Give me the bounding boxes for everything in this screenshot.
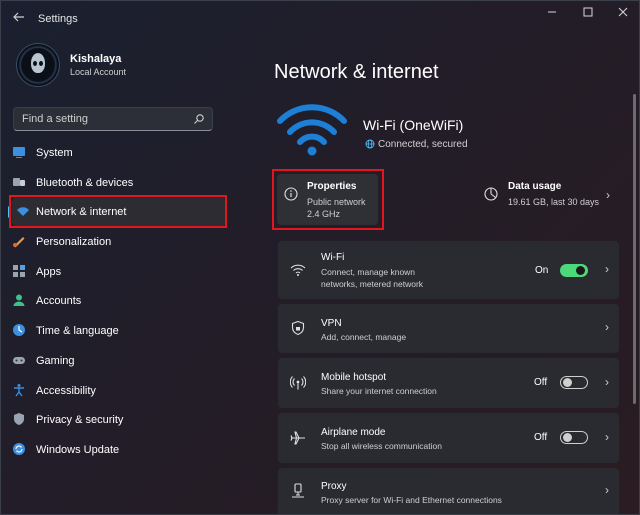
gaming-icon: [13, 356, 25, 364]
avatar[interactable]: [16, 43, 60, 87]
highlight-box-network: [9, 195, 227, 228]
sidebar-item-apps[interactable]: Apps: [8, 257, 230, 287]
sidebar-item-label: Bluetooth & devices: [36, 176, 134, 189]
time-language-icon: [13, 324, 25, 337]
sidebar-item-system[interactable]: System: [8, 138, 230, 168]
bluetooth-icon: [13, 177, 25, 186]
sidebar-item-windows-update[interactable]: Windows Update: [8, 435, 230, 465]
row-title: VPN: [321, 318, 342, 329]
settings-row-airplane-mode[interactable]: Airplane mode Stop all wireless communic…: [278, 413, 619, 463]
minimize-icon[interactable]: [540, 6, 564, 20]
sidebar-item-gaming[interactable]: Gaming: [8, 346, 230, 376]
row-subtitle: Add, connect, manage: [321, 332, 407, 342]
row-subtitle: Share your internet connection: [321, 386, 437, 396]
sidebar-item-personalization[interactable]: Personalization: [8, 227, 230, 257]
mobile-hotspot-toggle[interactable]: [560, 376, 588, 389]
row-title: Proxy: [321, 481, 347, 492]
row-subtitle: Proxy server for Wi-Fi and Ethernet conn…: [321, 495, 502, 505]
hotspot-icon: [290, 376, 306, 390]
row-subtitle: Connect, manage known: [321, 267, 416, 277]
settings-row-vpn[interactable]: VPN Add, connect, manage ›: [278, 304, 619, 353]
settings-row-wifi[interactable]: Wi-Fi Connect, manage known networks, me…: [278, 241, 619, 299]
row-title: Mobile hotspot: [321, 372, 387, 383]
privacy-icon: [14, 413, 24, 426]
personalization-icon: [13, 237, 25, 248]
search-placeholder: Find a setting: [22, 113, 89, 125]
sidebar-item-label: System: [36, 147, 73, 159]
chevron-right-icon[interactable]: ›: [605, 375, 609, 389]
data-usage-detail: 19.61 GB, last 30 days: [508, 197, 600, 207]
sidebar-nav: System Bluetooth & devices Network & int…: [8, 138, 230, 465]
accessibility-icon: [14, 383, 24, 396]
airplane-icon: [290, 431, 305, 445]
sidebar-item-time-language[interactable]: Time & language: [8, 316, 230, 346]
sidebar-item-accounts[interactable]: Accounts: [8, 286, 230, 316]
page-title: Network & internet: [274, 61, 439, 83]
sidebar-item-privacy[interactable]: Privacy & security: [8, 405, 230, 435]
apps-icon: [13, 264, 25, 277]
network-name: Wi-Fi (OneWiFi): [363, 117, 464, 133]
globe-icon: [365, 139, 375, 149]
wifi-large-icon: [277, 104, 347, 156]
chevron-right-icon[interactable]: ›: [605, 262, 609, 276]
sidebar-item-label: Privacy & security: [36, 414, 124, 427]
sidebar-item-label: Accounts: [36, 295, 82, 308]
system-icon: [13, 147, 25, 158]
search-input[interactable]: Find a setting: [13, 107, 213, 131]
row-subtitle: networks, metered network: [321, 279, 424, 289]
windows-update-icon: [13, 442, 25, 455]
sidebar-item-label: Gaming: [36, 354, 75, 367]
highlight-box-properties: [272, 169, 384, 230]
chevron-right-icon[interactable]: ›: [605, 430, 609, 444]
title-bar: Settings: [0, 0, 640, 36]
data-usage-title[interactable]: Data usage: [508, 181, 561, 192]
toggle-state-label: Off: [534, 377, 548, 388]
accounts-icon: [13, 294, 25, 307]
user-name: Kishalaya: [70, 53, 122, 65]
network-status: Connected, secured: [378, 139, 468, 150]
chevron-right-icon[interactable]: ›: [605, 320, 609, 334]
sidebar-item-accessibility[interactable]: Accessibility: [8, 376, 230, 406]
chevron-right-icon[interactable]: ›: [606, 188, 610, 202]
account-type: Local Account: [70, 67, 127, 77]
row-subtitle: Stop all wireless communication: [321, 441, 442, 451]
maximize-icon[interactable]: [576, 6, 600, 20]
toggle-state-label: Off: [534, 432, 548, 443]
scrollbar[interactable]: [633, 94, 636, 404]
row-title: Wi-Fi: [321, 252, 345, 263]
sidebar-item-bluetooth[interactable]: Bluetooth & devices: [8, 168, 230, 198]
alien-icon: [31, 53, 45, 73]
sidebar-item-label: Windows Update: [36, 443, 120, 456]
settings-row-proxy[interactable]: Proxy Proxy server for Wi-Fi and Etherne…: [278, 468, 619, 515]
chevron-right-icon[interactable]: ›: [605, 483, 609, 497]
vpn-shield-icon: [291, 320, 305, 336]
search-icon: [194, 114, 204, 124]
sidebar-item-label: Apps: [36, 265, 62, 278]
sidebar-item-label: Time & language: [36, 325, 119, 338]
sidebar-item-label: Accessibility: [36, 384, 96, 397]
close-icon[interactable]: [611, 6, 635, 20]
back-arrow-icon[interactable]: [11, 10, 27, 26]
wifi-icon: [290, 264, 306, 276]
toggle-state-label: On: [535, 265, 549, 276]
sidebar-item-label: Personalization: [36, 236, 112, 249]
airplane-mode-toggle[interactable]: [560, 431, 588, 444]
row-title: Airplane mode: [321, 427, 386, 438]
data-usage-icon: [484, 187, 498, 201]
proxy-icon: [292, 483, 304, 498]
wifi-toggle[interactable]: [560, 264, 588, 277]
app-title: Settings: [38, 13, 78, 25]
settings-row-mobile-hotspot[interactable]: Mobile hotspot Share your internet conne…: [278, 358, 619, 408]
